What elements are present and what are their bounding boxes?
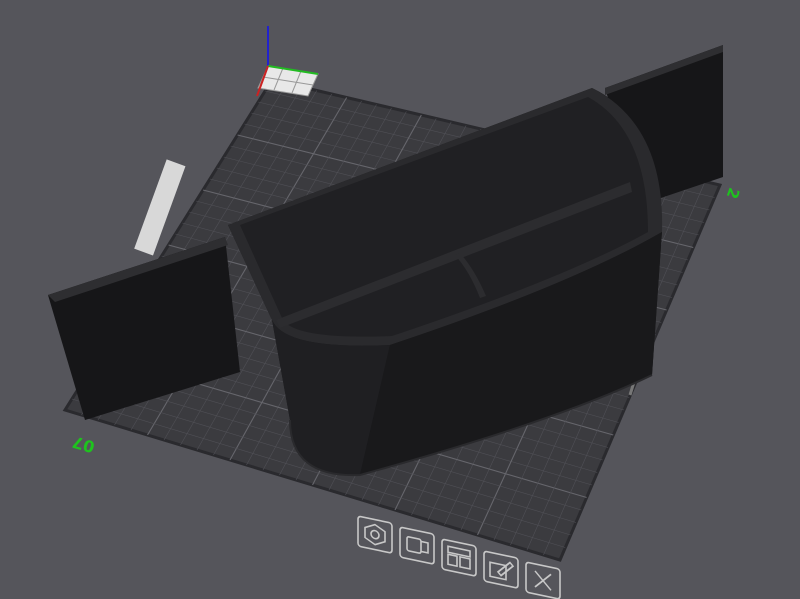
arrange-icon[interactable] <box>399 526 435 565</box>
layout-icon[interactable] <box>441 538 477 577</box>
orient-icon[interactable] <box>357 515 393 554</box>
axis-gizmo <box>256 26 319 97</box>
delete-plate-icon[interactable] <box>525 561 561 599</box>
edit-plate-icon[interactable] <box>483 550 519 589</box>
plate-label-front: 07 <box>70 432 97 456</box>
plate-label-right: 2 <box>723 185 743 201</box>
3d-viewport[interactable]: 07 2 <box>0 0 800 599</box>
